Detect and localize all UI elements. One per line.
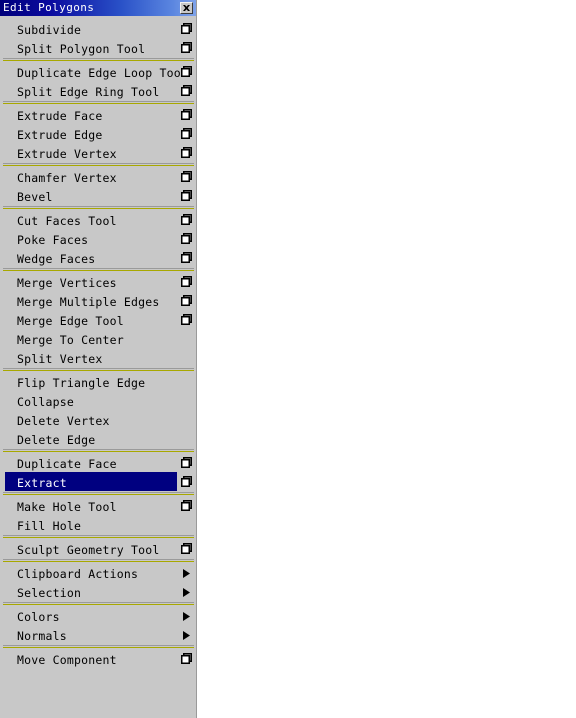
option-box-icon[interactable] <box>181 190 192 201</box>
menu-item-clipboard-actions[interactable]: Clipboard Actions <box>0 563 196 582</box>
menu-item-duplicate-edge-loop-tool[interactable]: Duplicate Edge Loop Tool <box>0 62 196 81</box>
menu-item-label: Wedge Faces <box>17 252 96 266</box>
menu-item-extrude-edge[interactable]: Extrude Edge <box>0 124 196 143</box>
menu-item-fill-hole[interactable]: Fill Hole <box>0 515 196 534</box>
menu-group: Duplicate Edge Loop Tool Split Edge Ring … <box>0 62 196 100</box>
menu-item-cut-faces-tool[interactable]: Cut Faces Tool <box>0 210 196 229</box>
menu-group: Cut Faces Tool Poke Faces Wedge Faces <box>0 210 196 267</box>
menu-group: Duplicate Face Extract <box>0 453 196 491</box>
menu-title-bar[interactable]: Edit Polygons <box>0 0 196 16</box>
menu-group: Chamfer Vertex Bevel <box>0 167 196 205</box>
chevron-right-icon <box>183 631 190 640</box>
option-box-icon[interactable] <box>181 500 192 511</box>
menu-group: Flip Triangle Edge Collapse Delete Vertex D… <box>0 372 196 448</box>
menu-item-make-hole-tool[interactable]: Make Hole Tool <box>0 496 196 515</box>
menu-item-extract[interactable]: Extract <box>0 472 196 491</box>
chevron-right-icon <box>183 569 190 578</box>
option-box-icon[interactable] <box>181 147 192 158</box>
menu-group: Move Component <box>0 649 196 668</box>
menu-item-delete-edge[interactable]: Delete Edge <box>0 429 196 448</box>
menu-item-wedge-faces[interactable]: Wedge Faces <box>0 248 196 267</box>
option-box-icon[interactable] <box>181 66 192 77</box>
menu-item-merge-multiple-edges[interactable]: Merge Multiple Edges <box>0 291 196 310</box>
option-box-icon[interactable] <box>181 171 192 182</box>
menu-item-split-edge-ring-tool[interactable]: Split Edge Ring Tool <box>0 81 196 100</box>
menu-item-extrude-face[interactable]: Extrude Face <box>0 105 196 124</box>
menu-item-selection[interactable]: Selection <box>0 582 196 601</box>
menu-group: Clipboard Actions Selection <box>0 563 196 601</box>
menu-item-delete-vertex[interactable]: Delete Vertex <box>0 410 196 429</box>
menu-item-label: Split Edge Ring Tool <box>17 85 160 99</box>
edit-polygons-menu-panel: Edit Polygons Subdivide Split Polygon Too… <box>0 0 197 718</box>
option-box-icon[interactable] <box>181 23 192 34</box>
menu-item-colors[interactable]: Colors <box>0 606 196 625</box>
menu-item-split-vertex[interactable]: Split Vertex <box>0 348 196 367</box>
option-box-icon[interactable] <box>181 42 192 53</box>
option-box-icon[interactable] <box>181 85 192 96</box>
menu-item-label: Split Vertex <box>17 352 103 366</box>
option-box-icon[interactable] <box>181 457 192 468</box>
menu-item-split-polygon-tool[interactable]: Split Polygon Tool <box>0 38 196 57</box>
menu-item-subdivide[interactable]: Subdivide <box>0 19 196 38</box>
menu-item-extrude-vertex[interactable]: Extrude Vertex <box>0 143 196 162</box>
menu-item-poke-faces[interactable]: Poke Faces <box>0 229 196 248</box>
menu-item-label: Delete Edge <box>17 433 96 447</box>
menu-group: Sculpt Geometry Tool <box>0 539 196 558</box>
chevron-right-icon <box>183 612 190 621</box>
menu-group: Extrude Face Extrude Edge Extrude Vertex <box>0 105 196 162</box>
option-box-icon[interactable] <box>181 109 192 120</box>
menu-item-label: Selection <box>17 586 82 600</box>
option-box-icon[interactable] <box>181 233 192 244</box>
menu-item-list: Subdivide Split Polygon Tool Duplicate Edg… <box>0 19 196 668</box>
option-box-icon[interactable] <box>181 314 192 325</box>
option-box-icon[interactable] <box>181 128 192 139</box>
option-box-icon[interactable] <box>181 276 192 287</box>
option-box-icon[interactable] <box>181 476 192 487</box>
menu-item-sculpt-geometry-tool[interactable]: Sculpt Geometry Tool <box>0 539 196 558</box>
menu-item-collapse[interactable]: Collapse <box>0 391 196 410</box>
menu-item-move-component[interactable]: Move Component <box>0 649 196 668</box>
option-box-icon[interactable] <box>181 214 192 225</box>
menu-group: Subdivide Split Polygon Tool <box>0 19 196 57</box>
menu-item-label: Sculpt Geometry Tool <box>17 543 160 557</box>
menu-item-label: Normals <box>17 629 67 643</box>
menu-item-flip-triangle-edge[interactable]: Flip Triangle Edge <box>0 372 196 391</box>
menu-group: Merge Vertices Merge Multiple Edges Merge … <box>0 272 196 367</box>
menu-item-label: Extrude Vertex <box>17 147 117 161</box>
menu-item-duplicate-face[interactable]: Duplicate Face <box>0 453 196 472</box>
close-icon <box>182 4 191 12</box>
chevron-right-icon <box>183 588 190 597</box>
option-box-icon[interactable] <box>181 252 192 263</box>
menu-item-label: Fill Hole <box>17 519 82 533</box>
menu-title: Edit Polygons <box>3 1 95 14</box>
menu-item-merge-to-center[interactable]: Merge To Center <box>0 329 196 348</box>
menu-item-label: Move Component <box>17 653 117 667</box>
option-box-icon[interactable] <box>181 543 192 554</box>
option-box-icon[interactable] <box>181 653 192 664</box>
menu-item-normals[interactable]: Normals <box>0 625 196 644</box>
menu-group: Colors Normals <box>0 606 196 644</box>
menu-item-merge-vertices[interactable]: Merge Vertices <box>0 272 196 291</box>
menu-item-label: Split Polygon Tool <box>17 42 146 56</box>
menu-group: Make Hole Tool Fill Hole <box>0 496 196 534</box>
option-box-icon[interactable] <box>181 295 192 306</box>
close-button[interactable] <box>180 2 193 14</box>
menu-item-label: Extract <box>17 476 67 490</box>
menu-item-merge-edge-tool[interactable]: Merge Edge Tool <box>0 310 196 329</box>
menu-item-bevel[interactable]: Bevel <box>0 186 196 205</box>
menu-item-chamfer-vertex[interactable]: Chamfer Vertex <box>0 167 196 186</box>
menu-item-label: Bevel <box>17 190 53 204</box>
